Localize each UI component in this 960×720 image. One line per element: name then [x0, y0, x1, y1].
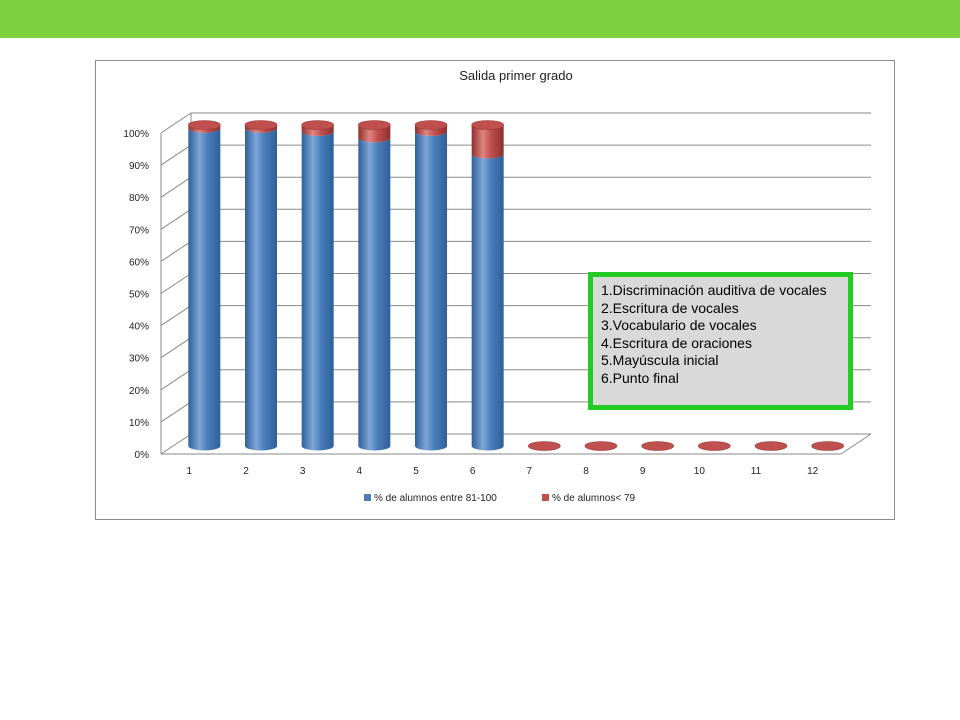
- bar-series1: [471, 153, 504, 451]
- x-tick-label: 1: [187, 466, 193, 477]
- y-tick-label: 40%: [129, 322, 149, 333]
- side-wall-line: [160, 433, 192, 455]
- x-tick-label: 10: [694, 466, 706, 477]
- side-wall-line: [160, 337, 192, 359]
- y-tick-label: 60%: [129, 257, 149, 268]
- note-line-3: 3.Vocabulario de vocales: [601, 317, 757, 334]
- bar-series1: [188, 128, 221, 451]
- indicator-note-box: 1.Discriminación auditiva de vocales 2.E…: [588, 272, 853, 410]
- bar-series1: [358, 137, 391, 451]
- side-wall-line: [160, 208, 192, 230]
- top-accent-bar: [0, 0, 960, 38]
- side-wall-line: [160, 401, 192, 423]
- note-line-2: 2.Escritura de vocales: [601, 299, 739, 316]
- chart-title: Salida primer grado: [459, 68, 572, 83]
- side-wall-line: [160, 305, 192, 327]
- x-tick-label: 8: [583, 466, 589, 477]
- floor-right-edge: [840, 433, 872, 455]
- x-tick-label: 12: [807, 466, 819, 477]
- y-tick-label: 70%: [129, 225, 149, 236]
- bar-top-cap: [754, 441, 788, 451]
- side-wall-line: [160, 144, 192, 166]
- bar-top-cap: [244, 120, 278, 130]
- x-tick-label: 6: [470, 466, 476, 477]
- y-tick-label: 50%: [129, 290, 149, 301]
- y-tick-label: 80%: [129, 193, 149, 204]
- bar-top-cap: [301, 120, 334, 130]
- note-line-5: 5.Mayúscula inicial: [601, 352, 719, 369]
- y-tick-label: 90%: [129, 161, 149, 172]
- x-tick-label: 11: [751, 466, 762, 477]
- x-tick-label: 4: [357, 466, 363, 477]
- bar-top-cap: [641, 441, 674, 451]
- y-tick-label: 0%: [135, 450, 150, 461]
- x-tick-label: 9: [640, 466, 646, 477]
- bar-top-cap: [811, 441, 844, 451]
- y-tick-label: 10%: [129, 418, 149, 429]
- side-wall-line: [160, 176, 192, 198]
- bar-series1: [245, 128, 277, 451]
- x-tick-label: 2: [243, 466, 249, 477]
- x-tick-label: 7: [527, 466, 533, 477]
- side-wall-line: [160, 240, 192, 262]
- bar-top-cap: [188, 120, 221, 130]
- bar-top-cap: [471, 120, 504, 130]
- bar-series1: [415, 131, 447, 451]
- side-wall-line: [160, 273, 192, 294]
- bar-series2: [471, 125, 504, 159]
- y-tick-label: 100%: [123, 129, 149, 140]
- note-line-6: 6.Punto final: [601, 369, 679, 386]
- x-tick-label: 5: [413, 466, 419, 477]
- bar-top-cap: [698, 441, 731, 451]
- side-wall-line: [160, 369, 192, 391]
- bar-top-cap: [584, 441, 618, 451]
- x-tick-label: 3: [300, 466, 306, 477]
- legend-label: % de alumnos entre 81-100: [374, 493, 497, 504]
- bar-top-cap: [414, 120, 448, 130]
- note-line-1: 1.Discriminación auditiva de vocales: [601, 282, 827, 298]
- bar-top-cap: [358, 120, 391, 130]
- bar-top-cap: [528, 441, 561, 451]
- legend-label: % de alumnos< 79: [552, 493, 636, 504]
- bar-series1: [301, 131, 334, 451]
- y-tick-label: 30%: [129, 354, 149, 365]
- y-tick-label: 20%: [129, 386, 149, 397]
- side-wall-line: [160, 112, 192, 134]
- note-line-4: 4.Escritura de oraciones: [601, 334, 752, 351]
- legend-swatch: [542, 494, 549, 501]
- legend-swatch: [364, 494, 371, 501]
